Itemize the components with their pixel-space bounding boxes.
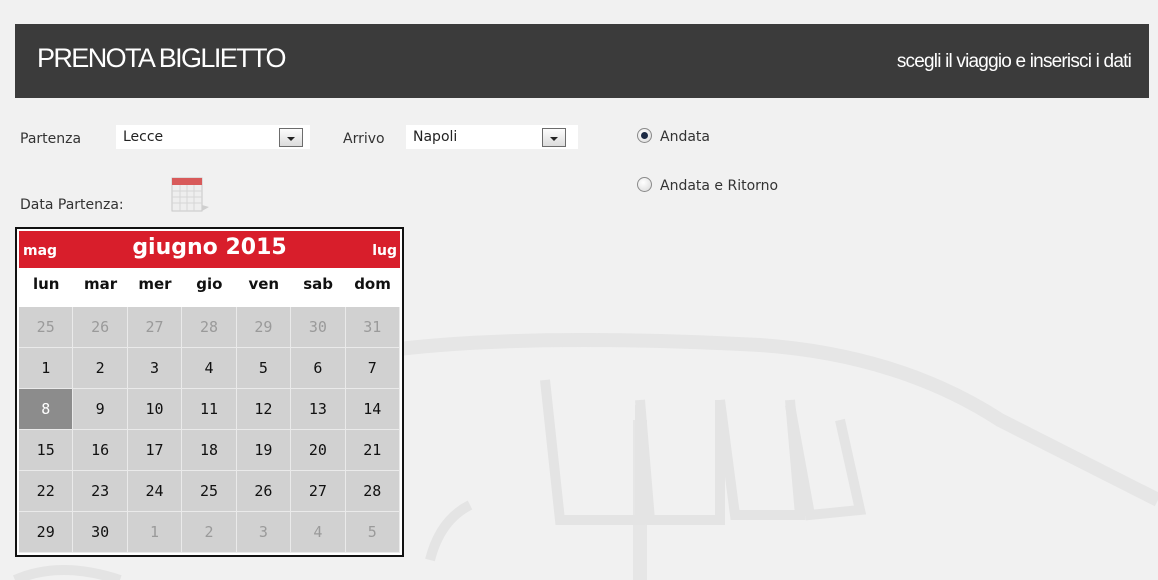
calendar-day[interactable]: 25: [182, 471, 237, 512]
calendar-day[interactable]: 13: [291, 389, 346, 430]
calendar-day-selected[interactable]: 8: [19, 389, 74, 430]
calendar-day[interactable]: 24: [127, 471, 183, 512]
date-picker: mag giugno 2015 lug lun mar mer gio ven …: [15, 227, 404, 557]
weekday-label: lun: [32, 275, 60, 293]
weekday-label: gio: [196, 275, 223, 293]
arrivo-value: Napoli: [413, 129, 458, 145]
calendar-days-grid: 25 26 27 28 29 30 31 1 2 3 4 5 6 7 8 9 10 11 12 13 14 15 16 17 1…: [19, 307, 400, 553]
calendar-day[interactable]: 16: [73, 430, 128, 471]
calendar-day[interactable]: 14: [345, 389, 400, 430]
calendar-month-title: giugno 2015: [132, 235, 287, 260]
calendar-day[interactable]: 27: [291, 471, 346, 512]
calendar-icon[interactable]: [171, 177, 211, 213]
partenza-value: Lecce: [123, 129, 164, 145]
arrivo-select[interactable]: Napoli: [406, 125, 578, 149]
page-subtitle: scegli il viaggio e inserisci i dati: [896, 51, 1132, 72]
partenza-label: Partenza: [20, 131, 82, 147]
calendar-day[interactable]: 28: [345, 471, 400, 512]
weekday-label: ven: [248, 275, 280, 293]
calendar-day[interactable]: 4: [291, 512, 346, 553]
calendar-day[interactable]: 22: [19, 471, 74, 512]
calendar-day[interactable]: 26: [73, 307, 128, 348]
chevron-down-icon[interactable]: [279, 128, 303, 147]
arrivo-label: Arrivo: [343, 131, 385, 147]
next-month-button[interactable]: lug: [372, 243, 397, 259]
data-partenza-label: Data Partenza:: [20, 197, 124, 213]
calendar-day[interactable]: 18: [182, 430, 237, 471]
calendar-day[interactable]: 5: [236, 348, 292, 389]
calendar-day[interactable]: 3: [127, 348, 183, 389]
calendar-day[interactable]: 29: [19, 512, 74, 553]
calendar-day[interactable]: 25: [19, 307, 74, 348]
weekday-label: sab: [303, 275, 334, 293]
chevron-down-icon[interactable]: [542, 128, 566, 147]
calendar-day[interactable]: 30: [291, 307, 346, 348]
calendar-day[interactable]: 12: [236, 389, 292, 430]
page-header: PRENOTA BIGLIETTO scegli il viaggio e in…: [15, 24, 1149, 98]
calendar-day[interactable]: 15: [19, 430, 74, 471]
calendar-day[interactable]: 2: [182, 512, 237, 553]
calendar-day[interactable]: 9: [73, 389, 128, 430]
calendar-day[interactable]: 2: [73, 348, 128, 389]
calendar-day[interactable]: 5: [345, 512, 400, 553]
page-title: PRENOTA BIGLIETTO: [37, 43, 286, 73]
weekday-header: lun mar mer gio ven sab dom: [19, 275, 400, 297]
calendar-day[interactable]: 20: [291, 430, 346, 471]
calendar-day[interactable]: 29: [236, 307, 292, 348]
partenza-select[interactable]: Lecce: [116, 125, 310, 149]
radio-andata-label: Andata: [660, 129, 710, 145]
calendar-day[interactable]: 21: [345, 430, 400, 471]
calendar-day[interactable]: 1: [19, 348, 74, 389]
weekday-label: mar: [84, 275, 118, 293]
calendar-day[interactable]: 10: [127, 389, 183, 430]
weekday-label: mer: [138, 275, 172, 293]
calendar-day[interactable]: 6: [291, 348, 346, 389]
radio-checked-icon[interactable]: [637, 128, 652, 143]
calendar-day[interactable]: 27: [127, 307, 183, 348]
radio-andata-ritorno-label: Andata e Ritorno: [660, 178, 779, 194]
calendar-day[interactable]: 26: [236, 471, 292, 512]
calendar-day[interactable]: 28: [182, 307, 237, 348]
calendar-day[interactable]: 1: [127, 512, 183, 553]
calendar-day[interactable]: 11: [182, 389, 237, 430]
calendar-day[interactable]: 19: [236, 430, 292, 471]
calendar-day[interactable]: 31: [345, 307, 400, 348]
calendar-header: mag giugno 2015 lug: [19, 231, 400, 268]
weekday-label: dom: [354, 275, 391, 293]
calendar-day[interactable]: 30: [73, 512, 128, 553]
calendar-day[interactable]: 3: [236, 512, 292, 553]
calendar-day[interactable]: 17: [127, 430, 183, 471]
calendar-day[interactable]: 23: [73, 471, 128, 512]
calendar-day[interactable]: 4: [182, 348, 237, 389]
radio-unchecked-icon[interactable]: [637, 177, 652, 192]
calendar-day[interactable]: 7: [345, 348, 400, 389]
